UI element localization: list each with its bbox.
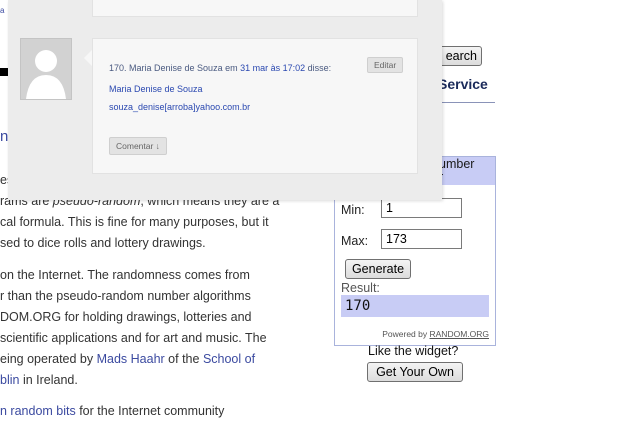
search-button[interactable]: earch [436,46,482,66]
result-value: 170 [341,295,489,317]
powered-by: Powered by RANDOM.ORG [382,329,489,339]
min-label: Min: [341,203,365,217]
edit-button[interactable]: Editar [367,57,404,73]
like-widget-text: Like the widget? [368,344,459,358]
top-left-link[interactable]: a [0,6,4,15]
user-silhouette-icon [21,39,71,99]
comment-card: 170. Maria Denise de Souza em 31 mar às … [92,38,418,174]
school-link[interactable]: School of [203,352,255,366]
comment-line-1: Maria Denise de Souza [109,84,203,94]
mads-haahr-link[interactable]: Mads Haahr [97,352,165,366]
comment-pointer [84,50,92,66]
article-line-10: blin in Ireland. [0,373,78,387]
dublin-link[interactable]: blin [0,373,19,387]
generate-button[interactable]: Generate [345,259,411,279]
get-your-own-button[interactable]: Get Your Own [367,362,463,382]
result-label: Result: [341,281,380,295]
article-line-8: scientific applications and for art and … [0,331,267,345]
comment-meta: 170. Maria Denise de Souza em 31 mar às … [109,63,332,73]
article-line-3: cal formula. This is fine for many purpo… [0,215,269,229]
random-org-link[interactable]: RANDOM.ORG [430,329,490,339]
logo-fragment [0,68,8,76]
article-line-6: r than the pseudo-random number algorith… [0,289,251,303]
service-heading: Service [438,76,488,92]
comment-line-2: souza_denise[arroba]yahoo.com.br [109,102,251,112]
article-line-7: DOM.ORG for holding drawings, lotteries … [0,310,252,324]
article-line-4: sed to dice rolls and lottery drawings. [0,236,206,250]
min-input[interactable] [381,198,462,218]
widget-title-line1: umber [439,157,475,171]
comment-overlay: 170. Maria Denise de Souza em 31 mar às … [8,0,442,200]
avatar [20,38,72,100]
max-label: Max: [341,234,369,248]
reply-button[interactable]: Comentar ↓ [109,137,167,155]
max-input[interactable] [381,229,462,249]
article-line-9: eing operated by Mads Haahr of the Schoo… [0,352,256,366]
article-line-5: on the Internet. The randomness comes fr… [0,268,250,282]
service-divider [437,102,495,103]
previous-comment-card [92,0,418,17]
comment-date-link[interactable]: 31 mar às 17:02 [240,63,305,73]
article-line-11: n random bits for the Internet community [0,404,225,418]
